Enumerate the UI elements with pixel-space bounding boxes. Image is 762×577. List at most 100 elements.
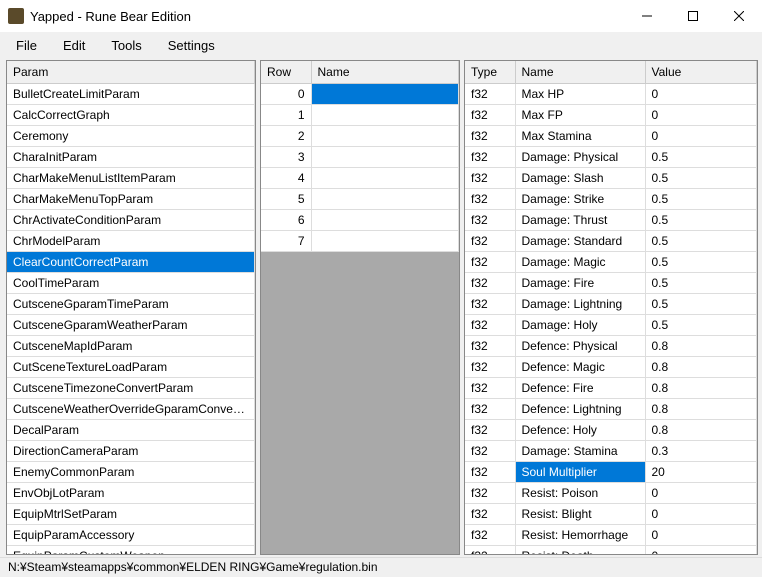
row-name-cell[interactable] [311, 105, 459, 126]
maximize-button[interactable] [670, 0, 716, 32]
field-value-cell[interactable]: 0.5 [645, 231, 757, 252]
param-row[interactable]: EquipParamCustomWeapon [7, 546, 255, 555]
param-row[interactable]: CutsceneGparamTimeParam [7, 294, 255, 315]
row-name-cell[interactable] [311, 84, 459, 105]
param-cell[interactable]: EnvObjLotParam [7, 483, 255, 504]
field-type-cell[interactable]: f32 [465, 105, 515, 126]
data-row[interactable]: 2 [261, 126, 459, 147]
param-cell[interactable]: DirectionCameraParam [7, 441, 255, 462]
fields-header-name[interactable]: Name [515, 61, 645, 84]
row-name-cell[interactable] [311, 126, 459, 147]
field-row[interactable]: f32Resist: Death0 [465, 546, 757, 555]
rows-header-row[interactable]: Row [261, 61, 311, 84]
param-header[interactable]: Param [7, 61, 255, 84]
data-row[interactable]: 6 [261, 210, 459, 231]
row-number-cell[interactable]: 5 [261, 189, 311, 210]
field-value-cell[interactable]: 0.5 [645, 189, 757, 210]
param-row[interactable]: DecalParam [7, 420, 255, 441]
param-cell[interactable]: ClearCountCorrectParam [7, 252, 255, 273]
row-number-cell[interactable]: 7 [261, 231, 311, 252]
param-cell[interactable]: ChrModelParam [7, 231, 255, 252]
field-name-cell[interactable]: Damage: Fire [515, 273, 645, 294]
field-row[interactable]: f32Damage: Standard0.5 [465, 231, 757, 252]
field-type-cell[interactable]: f32 [465, 336, 515, 357]
field-type-cell[interactable]: f32 [465, 147, 515, 168]
param-row[interactable]: EnvObjLotParam [7, 483, 255, 504]
field-name-cell[interactable]: Resist: Poison [515, 483, 645, 504]
field-row[interactable]: f32Damage: Magic0.5 [465, 252, 757, 273]
field-row[interactable]: f32Resist: Poison0 [465, 483, 757, 504]
field-name-cell[interactable]: Damage: Thrust [515, 210, 645, 231]
data-row[interactable]: 3 [261, 147, 459, 168]
row-name-cell[interactable] [311, 189, 459, 210]
row-name-cell[interactable] [311, 168, 459, 189]
field-value-cell[interactable]: 0.5 [645, 294, 757, 315]
field-value-cell[interactable]: 0.8 [645, 420, 757, 441]
field-name-cell[interactable]: Max Stamina [515, 126, 645, 147]
param-row[interactable]: BulletCreateLimitParam [7, 84, 255, 105]
field-row[interactable]: f32Damage: Thrust0.5 [465, 210, 757, 231]
field-row[interactable]: f32Defence: Magic0.8 [465, 357, 757, 378]
close-button[interactable] [716, 0, 762, 32]
param-row[interactable]: DirectionCameraParam [7, 441, 255, 462]
field-value-cell[interactable]: 0.8 [645, 336, 757, 357]
field-row[interactable]: f32Soul Multiplier20 [465, 462, 757, 483]
minimize-button[interactable] [624, 0, 670, 32]
field-value-cell[interactable]: 0.5 [645, 147, 757, 168]
field-name-cell[interactable]: Defence: Magic [515, 357, 645, 378]
data-row[interactable]: 5 [261, 189, 459, 210]
param-cell[interactable]: DecalParam [7, 420, 255, 441]
param-row[interactable]: CoolTimeParam [7, 273, 255, 294]
param-row[interactable]: EquipParamAccessory [7, 525, 255, 546]
field-name-cell[interactable]: Max HP [515, 84, 645, 105]
field-type-cell[interactable]: f32 [465, 294, 515, 315]
fields-header-type[interactable]: Type [465, 61, 515, 84]
param-row[interactable]: CharMakeMenuListItemParam [7, 168, 255, 189]
field-value-cell[interactable]: 0.5 [645, 315, 757, 336]
param-cell[interactable]: CutsceneTimezoneConvertParam [7, 378, 255, 399]
row-number-cell[interactable]: 1 [261, 105, 311, 126]
param-cell[interactable]: CutsceneGparamTimeParam [7, 294, 255, 315]
field-type-cell[interactable]: f32 [465, 189, 515, 210]
param-row[interactable]: CutSceneTextureLoadParam [7, 357, 255, 378]
field-name-cell[interactable]: Damage: Holy [515, 315, 645, 336]
param-row[interactable]: Ceremony [7, 126, 255, 147]
field-type-cell[interactable]: f32 [465, 210, 515, 231]
menu-file[interactable]: File [4, 35, 49, 56]
param-row[interactable]: CharMakeMenuTopParam [7, 189, 255, 210]
field-type-cell[interactable]: f32 [465, 378, 515, 399]
field-name-cell[interactable]: Soul Multiplier [515, 462, 645, 483]
param-row[interactable]: ChrModelParam [7, 231, 255, 252]
field-value-cell[interactable]: 0.5 [645, 252, 757, 273]
rows-header-name[interactable]: Name [311, 61, 459, 84]
param-cell[interactable]: ChrActivateConditionParam [7, 210, 255, 231]
row-name-cell[interactable] [311, 210, 459, 231]
param-row[interactable]: CutsceneTimezoneConvertParam [7, 378, 255, 399]
field-type-cell[interactable]: f32 [465, 399, 515, 420]
param-cell[interactable]: EquipParamCustomWeapon [7, 546, 255, 555]
field-row[interactable]: f32Damage: Fire0.5 [465, 273, 757, 294]
field-name-cell[interactable]: Damage: Strike [515, 189, 645, 210]
field-row[interactable]: f32Damage: Strike0.5 [465, 189, 757, 210]
param-row[interactable]: CutsceneGparamWeatherParam [7, 315, 255, 336]
param-cell[interactable]: CutSceneTextureLoadParam [7, 357, 255, 378]
field-value-cell[interactable]: 0.5 [645, 168, 757, 189]
field-type-cell[interactable]: f32 [465, 231, 515, 252]
field-row[interactable]: f32Defence: Lightning0.8 [465, 399, 757, 420]
field-row[interactable]: f32Defence: Holy0.8 [465, 420, 757, 441]
field-type-cell[interactable]: f32 [465, 126, 515, 147]
data-row[interactable]: 1 [261, 105, 459, 126]
field-type-cell[interactable]: f32 [465, 504, 515, 525]
field-value-cell[interactable]: 0 [645, 504, 757, 525]
field-type-cell[interactable]: f32 [465, 483, 515, 504]
field-row[interactable]: f32Damage: Lightning0.5 [465, 294, 757, 315]
param-cell[interactable]: EquipMtrlSetParam [7, 504, 255, 525]
field-name-cell[interactable]: Defence: Holy [515, 420, 645, 441]
param-row[interactable]: ClearCountCorrectParam [7, 252, 255, 273]
field-value-cell[interactable]: 0 [645, 105, 757, 126]
param-cell[interactable]: CalcCorrectGraph [7, 105, 255, 126]
param-cell[interactable]: EnemyCommonParam [7, 462, 255, 483]
field-value-cell[interactable]: 0.3 [645, 441, 757, 462]
param-cell[interactable]: Ceremony [7, 126, 255, 147]
field-value-cell[interactable]: 0 [645, 84, 757, 105]
